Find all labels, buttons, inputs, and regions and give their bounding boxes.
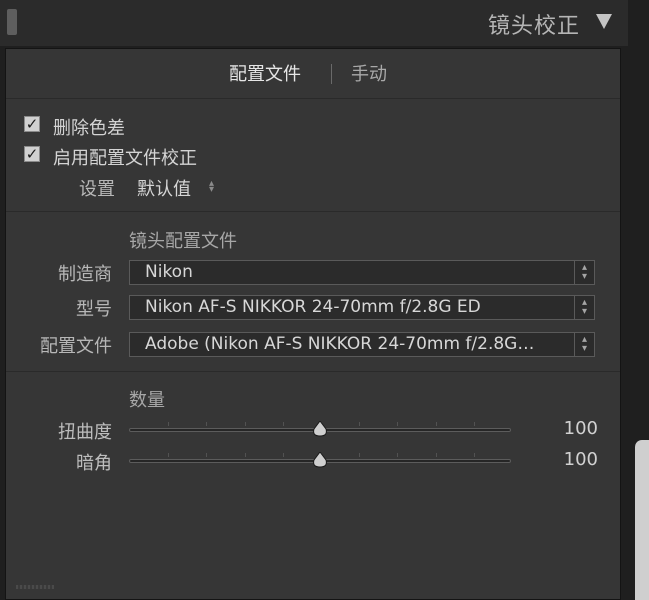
model-label: 型号 xyxy=(76,299,112,320)
select-arrows-icon: ▴ ▾ xyxy=(574,296,594,319)
vignetting-label: 暗角 xyxy=(76,453,112,474)
tab-separator xyxy=(331,64,332,84)
enable-profile-label: 启用配置文件校正 xyxy=(53,148,197,169)
vignetting-slider-thumb[interactable] xyxy=(311,452,329,468)
slider-tick xyxy=(359,453,361,457)
tab-bar: 配置文件 手动 xyxy=(6,49,620,98)
profile-select[interactable]: Adobe (Nikon AF-S NIKKOR 24-70mm f/2.8G…… xyxy=(129,332,595,357)
slider-tick xyxy=(359,422,361,426)
slider-tick xyxy=(282,453,284,457)
distortion-label: 扭曲度 xyxy=(58,422,112,443)
panel-side-toggle[interactable] xyxy=(7,9,17,35)
amount-heading: 数量 xyxy=(129,390,165,411)
slider-tick xyxy=(473,453,475,457)
slider-tick xyxy=(435,422,437,426)
panel-header[interactable]: 镜头校正 xyxy=(0,0,628,46)
slider-tick xyxy=(206,422,208,426)
scrollbar[interactable] xyxy=(635,440,649,600)
model-select[interactable]: Nikon AF-S NIKKOR 24-70mm f/2.8G ED ▴ ▾ xyxy=(129,295,595,320)
profile-label: 配置文件 xyxy=(40,336,112,357)
setup-stepper-icon[interactable]: ▴ ▾ xyxy=(209,179,214,195)
slider-tick xyxy=(244,453,246,457)
lens-correction-panel: 配置文件 手动 ✓ 删除色差 ✓ 启用配置文件校正 设置 默认值 ▴ ▾ 镜头配置… xyxy=(5,48,621,600)
setup-label: 设置 xyxy=(79,179,115,200)
slider-tick xyxy=(168,422,170,426)
slider-tick xyxy=(473,422,475,426)
vignetting-value[interactable]: 100 xyxy=(564,449,598,470)
enable-profile-checkbox[interactable]: ✓ xyxy=(24,146,40,162)
slider-tick xyxy=(244,422,246,426)
remove-ca-label: 删除色差 xyxy=(53,118,125,139)
slider-tick xyxy=(206,453,208,457)
profile-value: Adobe (Nikon AF-S NIKKOR 24-70mm f/2.8G… xyxy=(145,334,535,354)
select-arrows-icon: ▴ ▾ xyxy=(574,333,594,356)
lens-profile-heading: 镜头配置文件 xyxy=(129,231,237,252)
make-value: Nikon xyxy=(145,262,193,282)
select-arrows-icon: ▴ ▾ xyxy=(574,261,594,284)
tab-manual[interactable]: 手动 xyxy=(351,60,387,86)
slider-tick xyxy=(397,422,399,426)
slider-tick xyxy=(435,453,437,457)
distortion-value[interactable]: 100 xyxy=(564,418,598,439)
divider xyxy=(6,98,620,99)
slider-tick xyxy=(397,453,399,457)
model-value: Nikon AF-S NIKKOR 24-70mm f/2.8G ED xyxy=(145,297,481,317)
remove-ca-checkbox[interactable]: ✓ xyxy=(24,116,40,132)
setup-dropdown[interactable]: 默认值 xyxy=(137,175,191,201)
tab-profile[interactable]: 配置文件 xyxy=(229,60,301,86)
divider xyxy=(6,211,620,212)
collapse-triangle-icon[interactable] xyxy=(596,14,612,29)
divider xyxy=(6,371,620,372)
slider-tick xyxy=(168,453,170,457)
make-select[interactable]: Nikon ▴ ▾ xyxy=(129,260,595,285)
resize-grip-icon[interactable] xyxy=(16,585,54,589)
panel-title: 镜头校正 xyxy=(487,14,580,39)
distortion-slider-thumb[interactable] xyxy=(311,421,329,437)
slider-tick xyxy=(282,422,284,426)
make-label: 制造商 xyxy=(58,264,112,285)
lens-correction-window: 镜头校正 配置文件 手动 ✓ 删除色差 ✓ 启用配置文件校正 设置 默认值 ▴ ▾… xyxy=(0,0,649,600)
